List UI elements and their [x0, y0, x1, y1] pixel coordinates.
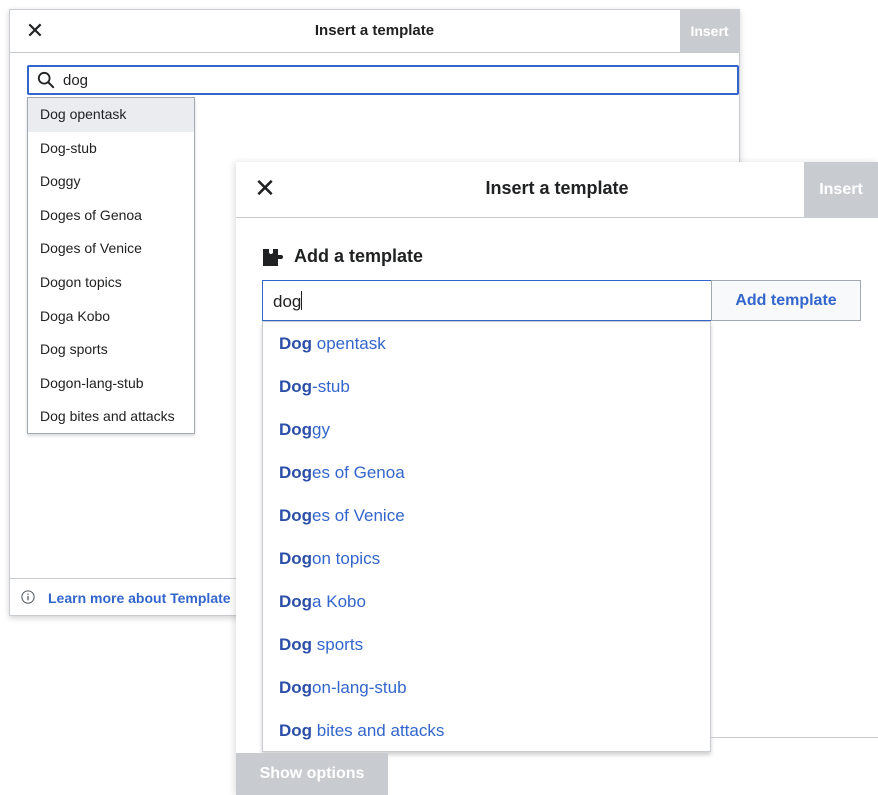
result-match-text: Dog: [279, 377, 313, 396]
result-item[interactable]: Dogon topics: [263, 537, 710, 580]
result-match-text: Dog: [279, 334, 313, 353]
dialog-title: Insert a template: [314, 22, 435, 39]
result-match-text: Dog: [279, 721, 313, 740]
result-item[interactable]: Dog-stub: [263, 365, 710, 408]
suggestion-item[interactable]: Doggy: [28, 165, 194, 199]
suggestion-item[interactable]: Dog bites and attacks: [28, 400, 194, 434]
add-template-button[interactable]: Add template: [711, 280, 861, 321]
learn-more-link[interactable]: Learn more about Template: [48, 590, 231, 606]
result-match-text: Dog: [279, 506, 313, 525]
result-rest-text: -stub: [312, 377, 350, 396]
search-value: dog: [63, 72, 89, 89]
insert-template-dialog-front: ✕ Insert a template Insert Add a templat…: [236, 162, 878, 795]
dialog-header: ✕ Insert a template Insert: [10, 10, 739, 53]
insert-button[interactable]: Insert: [804, 162, 878, 217]
result-match-text: Dog: [279, 420, 313, 439]
result-item[interactable]: Doges of Genoa: [263, 451, 710, 494]
insert-button[interactable]: Insert: [680, 10, 739, 52]
section-title: Add a template: [294, 246, 424, 266]
divider: [711, 737, 878, 738]
result-match-text: Dog: [279, 678, 313, 697]
result-rest-text: bites and attacks: [312, 721, 445, 740]
template-results-list: Dog opentask Dog-stub Doggy Doges of Genoa D…: [262, 321, 711, 752]
dialog-header: ✕ Insert a template Insert: [236, 162, 878, 218]
suggestion-dropdown: Dog opentask Dog-stub Doggy Doges of Genoa D…: [27, 97, 195, 434]
result-item[interactable]: Doggy: [263, 408, 710, 451]
puzzle-icon: [263, 248, 283, 266]
result-item[interactable]: Doges of Venice: [263, 494, 710, 537]
show-options-button[interactable]: Show options: [236, 753, 388, 795]
template-search-input[interactable]: dog: [27, 65, 739, 95]
result-rest-text: opentask: [312, 334, 386, 353]
result-item[interactable]: Dog sports: [263, 623, 710, 666]
result-item[interactable]: Dogon-lang-stub: [263, 666, 710, 709]
search-icon: [37, 71, 55, 89]
dialog-title: Insert a template: [485, 178, 629, 198]
suggestion-item[interactable]: Doga Kobo: [28, 300, 194, 334]
suggestion-item[interactable]: Doges of Venice: [28, 232, 194, 266]
result-rest-text: on topics: [312, 549, 381, 568]
suggestion-item[interactable]: Dog opentask: [28, 98, 194, 132]
suggestion-item[interactable]: Dog-stub: [28, 132, 194, 166]
add-template-heading: Add a template: [262, 246, 423, 267]
result-rest-text: gy: [312, 420, 331, 439]
template-name-input[interactable]: dog: [262, 280, 711, 321]
suggestion-item[interactable]: Dogon-lang-stub: [28, 367, 194, 401]
result-rest-text: on-lang-stub: [312, 678, 407, 697]
suggestion-item[interactable]: Doges of Genoa: [28, 199, 194, 233]
input-value: dog: [273, 292, 302, 311]
result-match-text: Dog: [279, 549, 313, 568]
info-icon: [21, 590, 35, 604]
suggestion-item[interactable]: Dogon topics: [28, 266, 194, 300]
text-caret: [301, 291, 303, 310]
result-match-text: Dog: [279, 463, 313, 482]
result-rest-text: es of Venice: [312, 506, 405, 525]
result-rest-text: a Kobo: [312, 592, 366, 611]
result-rest-text: es of Genoa: [312, 463, 405, 482]
result-match-text: Dog: [279, 592, 313, 611]
result-item[interactable]: Dog bites and attacks: [263, 709, 710, 752]
result-item[interactable]: Doga Kobo: [263, 580, 710, 623]
result-item[interactable]: Dog opentask: [263, 322, 710, 365]
result-match-text: Dog: [279, 635, 313, 654]
result-rest-text: sports: [312, 635, 364, 654]
suggestion-item[interactable]: Dog sports: [28, 333, 194, 367]
